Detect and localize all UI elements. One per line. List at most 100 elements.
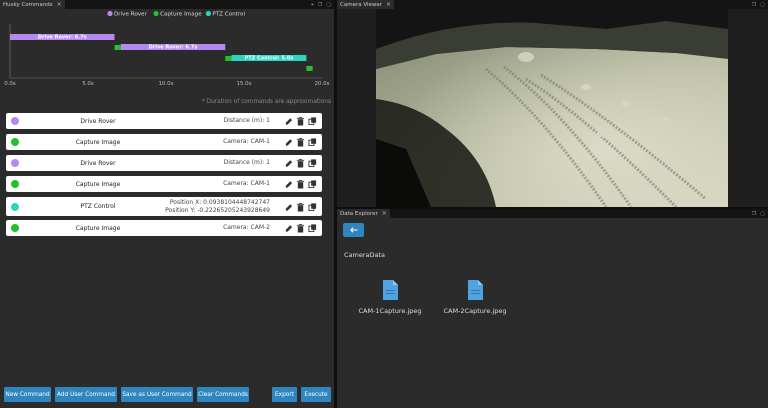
command-row[interactable]: Drive Rover Distance (m): 1 (6, 155, 322, 171)
pencil-icon[interactable] (284, 179, 293, 189)
x-tick-label: 20.0s (314, 81, 329, 87)
command-name: Drive Rover (80, 159, 116, 167)
command-name: PTZ Control (80, 203, 116, 210)
chart-legend: Drive Rover Capture Image PTZ Control (107, 10, 245, 18)
pin-icon[interactable]: ⌖ (311, 2, 314, 8)
panel-header: Data Explorer × ❐ ▢ (337, 209, 768, 218)
trash-icon[interactable] (296, 137, 305, 147)
panel-header: Husky Commands × ⌖ ❐ ▢ (0, 0, 334, 9)
popout-icon[interactable]: ❐ (752, 211, 756, 217)
command-detail-line: Camera: CAM-2 (223, 224, 270, 232)
execute-button[interactable]: Execute (301, 387, 331, 402)
panel-controls: ❐ ▢ (752, 2, 768, 8)
x-tick-label: 15.0s (236, 81, 251, 87)
close-icon[interactable]: × (382, 210, 387, 217)
tab-camera-viewer[interactable]: Camera Viewer × (337, 0, 395, 9)
command-detail: Position X: 0.0938104448742747 Position Y… (165, 197, 270, 216)
pencil-icon[interactable] (284, 116, 293, 126)
command-row[interactable]: Capture Image Camera: CAM-1 (6, 176, 322, 192)
copy-icon[interactable] (308, 158, 317, 168)
file-name[interactable]: CAM-2Capture.jpeg (435, 307, 515, 315)
command-row[interactable]: Capture Image Camera: CAM-2 (6, 220, 322, 236)
command-detail-line: Camera: CAM-1 (223, 138, 270, 146)
maximize-icon[interactable]: ▢ (326, 2, 331, 8)
popout-icon[interactable]: ❐ (752, 2, 756, 8)
copy-icon[interactable] (308, 137, 317, 147)
gantt-bar (225, 56, 232, 61)
arrow-left-icon (349, 227, 357, 233)
pencil-icon[interactable] (284, 223, 293, 233)
legend-label: Drive Rover (114, 12, 148, 18)
x-tick-label: 0.0s (4, 81, 16, 87)
x-tick-label: 10.0s (158, 81, 173, 87)
trash-icon[interactable] (296, 202, 305, 212)
tab-data-explorer[interactable]: Data Explorer × (337, 209, 390, 218)
command-row[interactable]: Drive Rover Distance (m): 1 (6, 113, 322, 129)
legend-swatch (205, 10, 211, 17)
command-row[interactable]: Capture Image Camera: CAM-1 (6, 134, 322, 150)
command-type-dot (11, 224, 19, 232)
pencil-icon[interactable] (284, 158, 293, 168)
command-name: Capture Image (75, 224, 121, 232)
command-type-dot (11, 202, 19, 211)
legend-item: PTZ Control (205, 10, 245, 18)
trash-icon[interactable] (296, 116, 305, 126)
tab-label: Husky Commands (3, 1, 53, 8)
x-tick-labels: 0.0s 5.0s 10.0s 15.0s 20.0s (4, 81, 329, 87)
close-icon[interactable]: × (386, 1, 391, 8)
file-icon[interactable] (382, 279, 399, 301)
command-type-dot (11, 180, 19, 188)
export-button[interactable]: Export (272, 387, 297, 402)
command-detail: Camera: CAM-1 (223, 134, 270, 150)
gantt-bar-label: Drive Rover: 6.7s (149, 45, 198, 51)
new-command-button[interactable]: New Command (4, 387, 51, 402)
command-type-dot (11, 138, 19, 146)
panel-controls: ❐ ▢ (752, 211, 768, 217)
maximize-icon[interactable]: ▢ (760, 211, 765, 217)
trash-icon[interactable] (296, 179, 305, 189)
trash-icon[interactable] (296, 223, 305, 233)
command-detail: Camera: CAM-2 (223, 220, 270, 236)
command-name: Capture Image (75, 138, 121, 146)
close-icon[interactable]: × (57, 1, 62, 8)
gantt-bar (114, 45, 121, 50)
panel-controls: ⌖ ❐ ▢ (311, 2, 334, 8)
camera-viewer-panel: Camera Viewer × ❐ ▢ (337, 0, 768, 207)
command-name: Drive Rover (80, 117, 116, 125)
command-detail-line: Distance (m): 1 (223, 159, 270, 167)
tab-husky-commands[interactable]: Husky Commands × (0, 0, 65, 9)
tab-label: Data Explorer (340, 210, 378, 217)
back-button[interactable] (343, 223, 364, 237)
gantt-bar (306, 66, 313, 71)
copy-icon[interactable] (308, 202, 317, 212)
legend-swatch (107, 10, 113, 17)
file-icon[interactable] (467, 279, 484, 301)
command-detail-line: Camera: CAM-1 (223, 180, 270, 188)
command-detail-line: Position Y: -0.22265205243928649 (165, 206, 270, 214)
file-name[interactable]: CAM-1Capture.jpeg (350, 307, 430, 315)
command-detail-line: Position X: 0.0938104448742747 (169, 199, 270, 206)
chart-bars: Drive Rover: 6.7s Drive Rover: 6.7s PTZ Co… (10, 34, 313, 71)
save-as-user-command-button[interactable]: Save as User Command (121, 387, 193, 402)
command-detail: Camera: CAM-1 (223, 176, 270, 192)
legend-item: Capture Image (153, 10, 202, 18)
legend-label: Capture Image (160, 12, 202, 18)
copy-icon[interactable] (308, 223, 317, 233)
copy-icon[interactable] (308, 116, 317, 126)
clear-commands-button[interactable]: Clear Commands (197, 387, 249, 402)
add-user-command-button[interactable]: Add User Command (55, 387, 117, 402)
gantt-bar-label: Drive Rover: 6.7s (38, 35, 87, 41)
pencil-icon[interactable] (284, 137, 293, 147)
pencil-icon[interactable] (284, 202, 293, 212)
command-detail: Distance (m): 1 (224, 155, 270, 171)
copy-icon[interactable] (308, 179, 317, 189)
chart-note: * Duration of commands are approximation… (202, 99, 331, 105)
command-name: Capture Image (75, 180, 121, 188)
command-type-dot (11, 117, 19, 125)
maximize-icon[interactable]: ▢ (760, 2, 765, 8)
timeline-chart: Drive Rover Capture Image PTZ Control Driv… (4, 10, 331, 105)
command-row[interactable]: PTZ Control Position X: 0.093810444874274… (6, 197, 322, 216)
tab-label: Camera Viewer (340, 1, 383, 8)
trash-icon[interactable] (296, 158, 305, 168)
popout-icon[interactable]: ❐ (318, 2, 322, 8)
